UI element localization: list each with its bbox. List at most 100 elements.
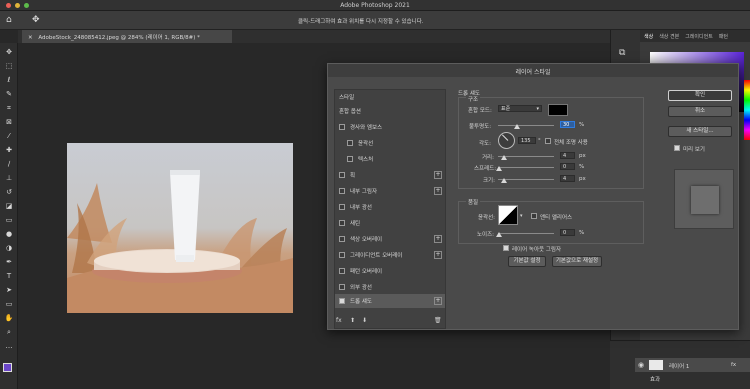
hand-tool-icon[interactable]: ✋ (4, 313, 14, 323)
preview-checkbox[interactable] (674, 145, 680, 151)
eraser-tool-icon[interactable]: ◪ (4, 201, 14, 211)
style-checkbox[interactable] (347, 156, 353, 162)
style-checkbox[interactable] (339, 268, 345, 274)
list-item[interactable]: 획 + (335, 168, 445, 182)
style-checkbox[interactable] (339, 252, 345, 258)
tab-color[interactable]: 색상 (644, 33, 653, 40)
global-light-checkbox[interactable] (545, 138, 551, 144)
style-checkbox[interactable] (339, 284, 345, 290)
ok-button[interactable]: 확인 (668, 90, 732, 101)
layer-row[interactable]: ◉ 레이어 1 fx (635, 358, 750, 372)
spread-slider[interactable] (498, 167, 554, 168)
list-item-drop-shadow[interactable]: 드롭 섀도 + (335, 294, 445, 308)
shadow-color-swatch[interactable] (548, 104, 568, 116)
list-item[interactable]: 스타일 (335, 90, 445, 104)
style-checkbox[interactable] (339, 236, 345, 242)
list-item[interactable]: 혼합 옵션 (335, 104, 445, 118)
pen-tool-icon[interactable]: ✒ (4, 257, 14, 267)
list-item[interactable]: 외부 광선 (335, 280, 445, 294)
zoom-tool-icon[interactable]: ⌕ (4, 327, 14, 337)
make-default-button[interactable]: 기본값 설정 (508, 256, 546, 267)
distance-input[interactable]: 4 (560, 152, 575, 159)
opacity-slider-knob[interactable] (514, 124, 520, 129)
lasso-tool-icon[interactable]: ℓ (4, 75, 14, 85)
close-tab-icon[interactable]: ✕ (28, 35, 33, 41)
style-checkbox[interactable] (339, 204, 345, 210)
shape-tool-icon[interactable]: ▭ (4, 299, 14, 309)
noise-slider-knob[interactable] (496, 232, 502, 237)
list-item[interactable]: 새틴 (335, 216, 445, 230)
marquee-tool-icon[interactable]: ⬚ (4, 61, 14, 71)
add-style-icon[interactable]: + (434, 187, 442, 195)
tab-patterns[interactable]: 패턴 (719, 33, 728, 40)
document-image[interactable] (67, 143, 293, 313)
move-tool-option-icon[interactable]: ✥ (32, 15, 40, 25)
angle-dial[interactable] (498, 132, 515, 149)
list-item[interactable]: 내부 그림자 + (335, 184, 445, 198)
noise-slider[interactable] (498, 233, 554, 234)
move-down-icon[interactable]: ⬇ (362, 317, 367, 324)
visibility-eye-icon[interactable]: ◉ (638, 361, 644, 369)
more-tools-icon[interactable]: … (4, 341, 14, 351)
list-item[interactable]: 내부 광선 (335, 200, 445, 214)
new-style-button[interactable]: 새 스타일... (668, 126, 732, 137)
frame-tool-icon[interactable]: ⊠ (4, 117, 14, 127)
hue-slider[interactable] (744, 80, 750, 140)
opacity-input[interactable]: 30 (560, 121, 575, 128)
fx-menu-icon[interactable]: fx (336, 317, 342, 324)
list-item[interactable]: 윤곽선 (335, 136, 445, 150)
size-slider-knob[interactable] (501, 178, 507, 183)
type-tool-icon[interactable]: T (4, 271, 14, 281)
dodge-tool-icon[interactable]: ◑ (4, 243, 14, 253)
list-item[interactable]: 패턴 오버레이 (335, 264, 445, 278)
spread-slider-knob[interactable] (496, 166, 502, 171)
style-checkbox[interactable] (339, 220, 345, 226)
blend-mode-select[interactable]: 표준 ▾ (498, 105, 542, 112)
add-style-icon[interactable]: + (434, 297, 442, 305)
history-brush-tool-icon[interactable]: ↺ (4, 187, 14, 197)
list-item[interactable]: 색상 오버레이 + (335, 232, 445, 246)
list-item[interactable]: 그레이디언트 오버레이 + (335, 248, 445, 262)
clone-stamp-tool-icon[interactable]: ⊥ (4, 173, 14, 183)
list-item[interactable]: 경사와 엠보스 (335, 120, 445, 134)
add-style-icon[interactable]: + (434, 235, 442, 243)
antialias-checkbox[interactable] (531, 213, 537, 219)
tab-gradients[interactable]: 그레이디언트 (685, 33, 713, 40)
style-checkbox[interactable] (339, 298, 345, 304)
list-item[interactable]: 텍스처 (335, 152, 445, 166)
add-style-icon[interactable]: + (434, 171, 442, 179)
move-tool-icon[interactable]: ✥ (4, 47, 14, 57)
style-checkbox[interactable] (339, 124, 345, 130)
home-icon[interactable]: ⌂ (6, 15, 12, 25)
trash-icon[interactable]: 🗑 (434, 317, 442, 324)
opacity-slider[interactable] (498, 125, 554, 126)
add-style-icon[interactable]: + (434, 251, 442, 259)
chevron-down-icon[interactable]: ▾ (520, 213, 523, 219)
angle-input[interactable]: 135 (518, 137, 536, 144)
blur-tool-icon[interactable]: ● (4, 229, 14, 239)
style-checkbox[interactable] (339, 188, 345, 194)
knockout-checkbox[interactable] (503, 245, 509, 251)
distance-slider-knob[interactable] (501, 155, 507, 160)
tab-swatches[interactable]: 색상 견본 (659, 33, 679, 40)
reset-default-button[interactable]: 기본값으로 재설정 (552, 256, 602, 267)
style-checkbox[interactable] (339, 172, 345, 178)
document-tab[interactable]: ✕ AdobeStock_248085412.jpeg @ 284% (레이어 … (22, 30, 232, 43)
gradient-tool-icon[interactable]: ▭ (4, 215, 14, 225)
cancel-button[interactable]: 취소 (668, 106, 732, 117)
spread-input[interactable]: 0 (560, 163, 575, 170)
healing-brush-tool-icon[interactable]: ✚ (4, 145, 14, 155)
crop-tool-icon[interactable]: ⌗ (4, 103, 14, 113)
size-input[interactable]: 4 (560, 175, 575, 182)
quick-select-tool-icon[interactable]: ✎ (4, 89, 14, 99)
style-checkbox[interactable] (347, 140, 353, 146)
history-panel-icon[interactable]: ⧉ (619, 48, 625, 58)
foreground-color-swatch[interactable] (3, 363, 12, 372)
path-select-tool-icon[interactable]: ➤ (4, 285, 14, 295)
noise-input[interactable]: 0 (560, 229, 575, 236)
brush-tool-icon[interactable]: ∕ (4, 159, 14, 169)
global-light-label: 전체 조명 사용 (554, 140, 588, 146)
eyedropper-tool-icon[interactable]: ⁄ (4, 131, 14, 141)
move-up-icon[interactable]: ⬆ (350, 317, 355, 324)
contour-picker[interactable] (498, 205, 518, 225)
